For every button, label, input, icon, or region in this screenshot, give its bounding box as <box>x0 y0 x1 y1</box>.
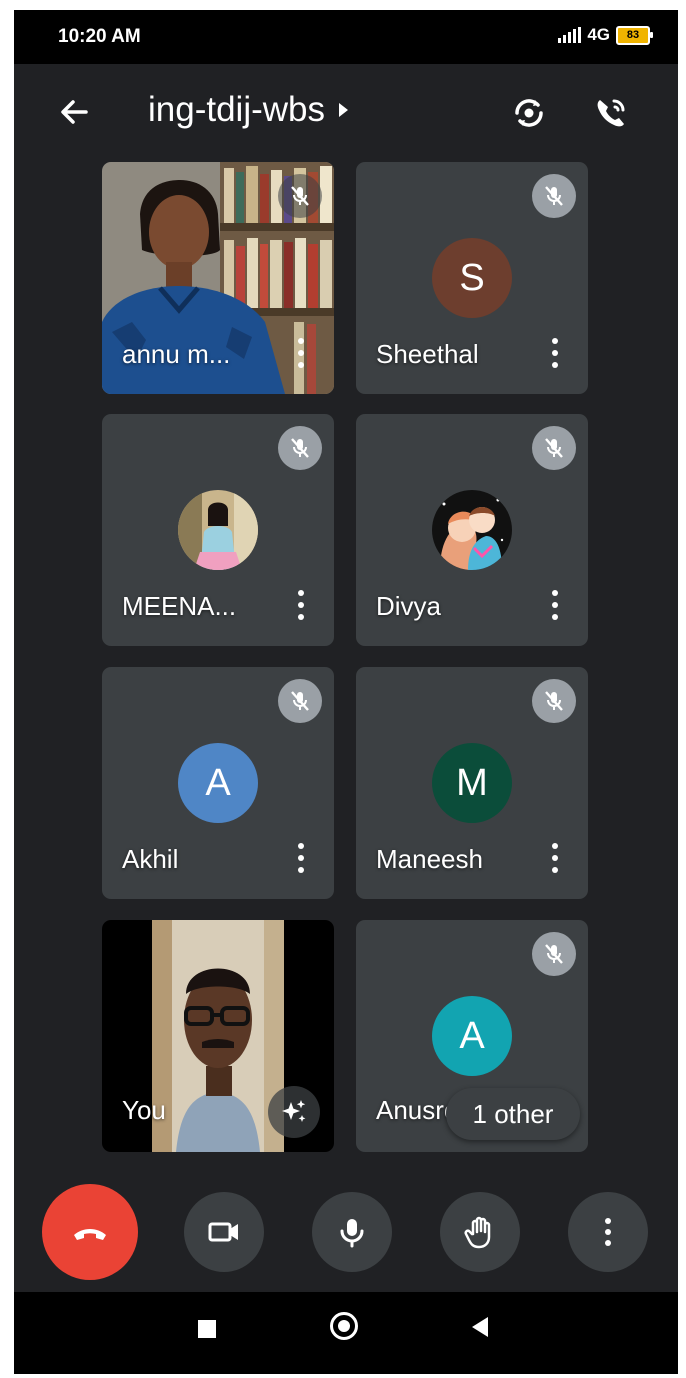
other-participants-chip[interactable]: 1 other <box>446 1088 580 1140</box>
back-arrow-icon[interactable] <box>54 92 94 132</box>
battery-level: 83 <box>626 29 640 41</box>
avatar: A <box>432 996 512 1076</box>
participant-name: annu m... <box>122 339 231 369</box>
raise-hand-button[interactable] <box>440 1192 520 1272</box>
participant-tile[interactable]: A Akhil <box>102 667 334 899</box>
phone-hangup-icon <box>74 1229 106 1240</box>
end-call-button[interactable] <box>42 1184 138 1280</box>
video-camera-icon <box>208 1222 238 1242</box>
more-vertical-icon[interactable] <box>550 843 560 873</box>
phone-screen: 10:20 AM 4G 83 ing-tdij-wbs annu m... S … <box>14 10 678 1374</box>
participant-name: Akhil <box>122 844 179 874</box>
more-vertical-icon[interactable] <box>296 590 306 620</box>
microphone-icon <box>340 1219 364 1248</box>
participant-tile[interactable]: MEENA... <box>102 414 334 646</box>
phone-audio-icon[interactable] <box>590 92 632 134</box>
participant-tile[interactable]: Divya <box>356 414 588 646</box>
camera-toggle-button[interactable] <box>184 1192 264 1272</box>
more-vertical-icon[interactable] <box>550 338 560 368</box>
status-time: 10:20 AM <box>58 26 141 47</box>
self-video <box>152 920 284 1152</box>
microphone-toggle-button[interactable] <box>312 1192 392 1272</box>
participant-name: Maneesh <box>376 844 483 874</box>
more-vertical-icon[interactable] <box>550 590 560 620</box>
mic-off-icon <box>278 174 322 218</box>
status-bar: 10:20 AM 4G 83 <box>14 10 678 64</box>
participant-tile[interactable]: annu m... <box>102 162 334 394</box>
more-vertical-icon <box>605 1218 611 1246</box>
participant-name: Sheethal <box>376 339 479 369</box>
mic-off-icon <box>532 426 576 470</box>
self-tile[interactable]: You <box>102 920 334 1152</box>
mic-off-icon <box>278 679 322 723</box>
caret-right-icon <box>339 103 348 117</box>
participant-tile[interactable]: M Maneesh <box>356 667 588 899</box>
switch-camera-icon[interactable] <box>508 92 550 134</box>
mic-off-icon <box>532 679 576 723</box>
participant-tile[interactable]: S Sheethal <box>356 162 588 394</box>
meeting-code-button[interactable]: ing-tdij-wbs <box>148 90 348 130</box>
avatar: A <box>178 743 258 823</box>
sparkle-effects-icon[interactable] <box>268 1086 320 1138</box>
meeting-header: ing-tdij-wbs <box>14 64 678 160</box>
mic-off-icon <box>532 932 576 976</box>
participant-name: You <box>122 1095 166 1125</box>
avatar: M <box>432 743 512 823</box>
avatar <box>432 490 512 570</box>
more-vertical-icon[interactable] <box>296 843 306 873</box>
network-type: 4G <box>587 25 610 44</box>
mic-off-icon <box>278 426 322 470</box>
avatar: S <box>432 238 512 318</box>
meeting-code: ing-tdij-wbs <box>148 90 325 129</box>
participant-name: MEENA... <box>122 591 237 621</box>
battery-icon: 83 <box>616 25 653 45</box>
back-triangle-icon[interactable] <box>472 1317 488 1337</box>
signal-icon <box>558 27 582 43</box>
system-nav-bar <box>14 1292 678 1374</box>
recents-square-icon[interactable] <box>198 1320 216 1338</box>
participant-name: Divya <box>376 591 442 621</box>
status-icons: 4G 83 <box>558 25 653 45</box>
more-vertical-icon[interactable] <box>296 338 306 368</box>
home-circle-icon[interactable] <box>330 1312 358 1340</box>
raise-hand-icon <box>464 1216 491 1249</box>
more-options-button[interactable] <box>568 1192 648 1272</box>
avatar <box>178 490 258 570</box>
mic-off-icon <box>532 174 576 218</box>
